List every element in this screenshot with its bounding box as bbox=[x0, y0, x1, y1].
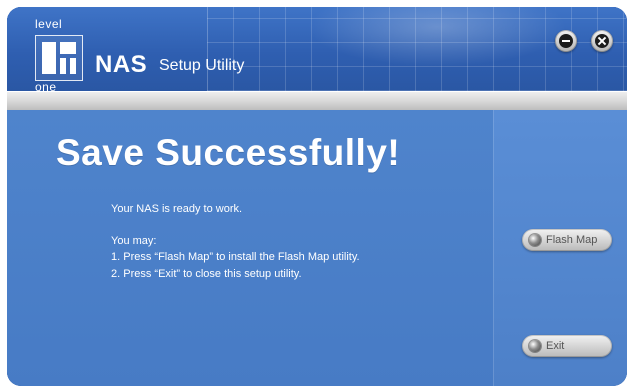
ready-message: Your NAS is ready to work. bbox=[111, 203, 243, 215]
setup-window: level one NAS Setup Utility bbox=[7, 7, 627, 386]
instructions-intro: You may: bbox=[111, 235, 157, 247]
radio-dot-icon bbox=[529, 234, 541, 246]
header-divider bbox=[7, 91, 627, 111]
radio-dot-icon bbox=[529, 340, 541, 352]
instruction-flash-map: 1. Press “Flash Map” to install the Flas… bbox=[111, 251, 360, 263]
header-glow-decoration bbox=[307, 7, 567, 67]
logo-top-text: level bbox=[35, 17, 63, 31]
close-icon bbox=[595, 34, 609, 48]
exit-button[interactable]: Exit bbox=[522, 335, 612, 357]
app-subtitle: Setup Utility bbox=[159, 57, 245, 74]
minimize-icon bbox=[559, 34, 573, 48]
success-headline: Save Successfully! bbox=[56, 132, 401, 173]
logo-mark bbox=[35, 35, 83, 81]
close-button[interactable] bbox=[591, 30, 613, 52]
flash-map-button-label: Flash Map bbox=[546, 234, 598, 246]
exit-button-label: Exit bbox=[546, 340, 565, 352]
title-bar[interactable]: level one NAS Setup Utility bbox=[7, 7, 627, 94]
flash-map-button[interactable]: Flash Map bbox=[522, 229, 612, 251]
instruction-exit: 2. Press “Exit” to close this setup util… bbox=[111, 268, 302, 280]
minimize-button[interactable] bbox=[555, 30, 577, 52]
app-title: NAS bbox=[95, 51, 148, 78]
levelone-logo: level one bbox=[35, 17, 83, 94]
